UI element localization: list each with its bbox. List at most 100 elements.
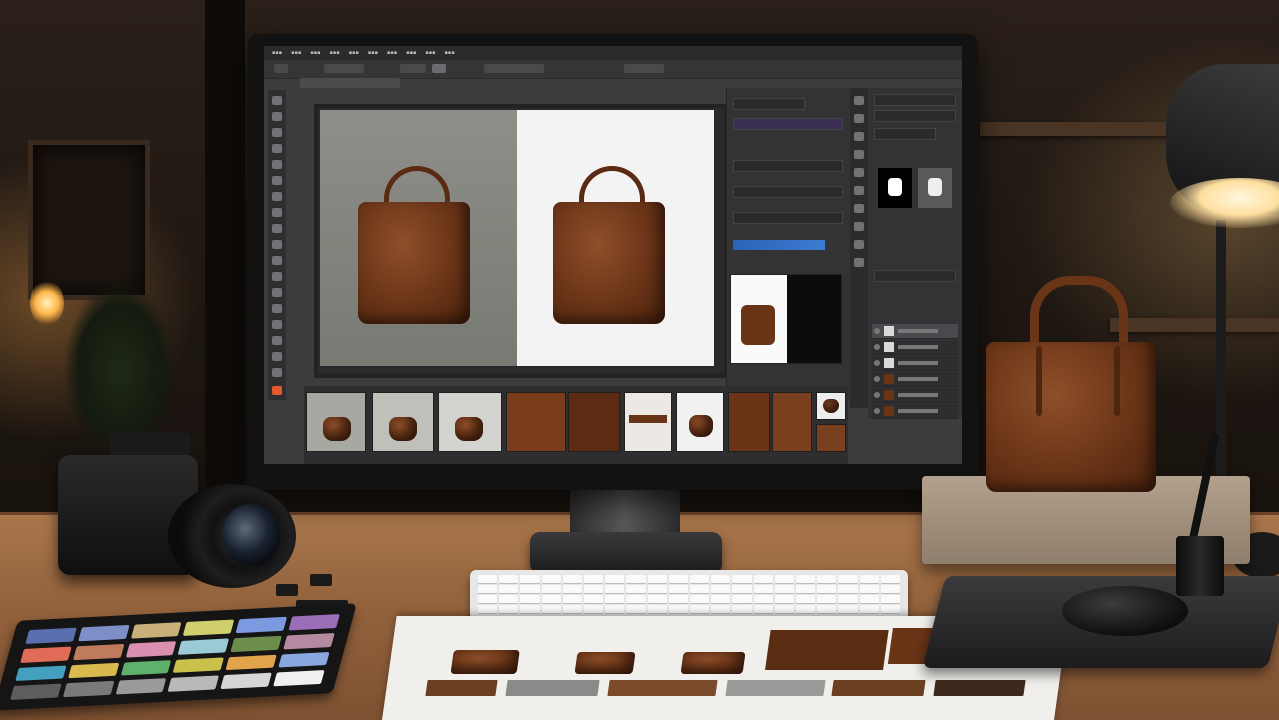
swatches-icon[interactable]: [854, 150, 864, 159]
dodge-tool-icon[interactable]: [272, 304, 282, 313]
option-toggle[interactable]: [432, 64, 446, 73]
layer-options[interactable]: [874, 270, 956, 282]
foreground-color-swatch[interactable]: [272, 386, 282, 395]
keyboard-key: [859, 595, 879, 603]
clone-tool-icon[interactable]: [272, 224, 282, 233]
bag-body: [986, 342, 1156, 492]
tool-preset-button[interactable]: [274, 64, 288, 73]
dropdown[interactable]: [874, 128, 936, 140]
filmstrip-thumb[interactable]: [372, 392, 434, 452]
actions-icon[interactable]: [854, 258, 864, 267]
keyboard-key: [478, 575, 498, 583]
marquee-tool-icon[interactable]: [272, 112, 282, 121]
menu-item[interactable]: ▪▪▪: [330, 50, 340, 56]
eyedropper-tool-icon[interactable]: [272, 176, 282, 185]
keyboard-key: [478, 595, 498, 603]
history-icon[interactable]: [854, 96, 864, 105]
hand-tool-icon[interactable]: [272, 368, 282, 377]
info-icon[interactable]: [854, 222, 864, 231]
filmstrip-thumb[interactable]: [676, 392, 724, 452]
panel-tabs[interactable]: [733, 98, 805, 110]
adjustments-icon[interactable]: [854, 114, 864, 123]
gradient-tool-icon[interactable]: [272, 272, 282, 281]
handbag-product: [980, 268, 1160, 498]
eye-icon[interactable]: [874, 392, 880, 398]
lasso-tool-icon[interactable]: [272, 128, 282, 137]
filmstrip-thumb[interactable]: [506, 392, 566, 452]
dropdown[interactable]: [733, 160, 843, 172]
menu-item[interactable]: ▪▪▪: [368, 50, 378, 56]
keyboard-key: [796, 595, 816, 603]
filmstrip-thumb[interactable]: [728, 392, 770, 452]
paragraph-icon[interactable]: [854, 204, 864, 213]
healing-tool-icon[interactable]: [272, 192, 282, 201]
eye-icon[interactable]: [874, 344, 880, 350]
option-field[interactable]: [324, 64, 364, 73]
navigator-icon[interactable]: [854, 240, 864, 249]
eye-icon[interactable]: [874, 376, 880, 382]
layer-row[interactable]: [872, 404, 958, 419]
menu-item[interactable]: ▪▪▪: [425, 50, 435, 56]
pen-tool-icon[interactable]: [272, 320, 282, 329]
active-slider[interactable]: [733, 240, 825, 250]
remove-bg-option[interactable]: [733, 118, 843, 130]
eraser-tool-icon[interactable]: [272, 256, 282, 265]
character-icon[interactable]: [854, 186, 864, 195]
menu-item[interactable]: ▪▪▪: [445, 50, 455, 56]
color-swatch: [230, 635, 283, 652]
menu-item[interactable]: ▪▪▪: [349, 50, 359, 56]
filmstrip-thumb[interactable]: [568, 392, 620, 452]
blur-tool-icon[interactable]: [272, 288, 282, 297]
proof-bag: [450, 650, 520, 674]
quick-select-tool-icon[interactable]: [272, 144, 282, 153]
mask-thumbnail: [918, 168, 952, 208]
dropdown[interactable]: [733, 212, 843, 224]
eye-icon[interactable]: [874, 328, 880, 334]
mask-preview: [730, 274, 842, 364]
eye-icon[interactable]: [874, 360, 880, 366]
layer-row[interactable]: [872, 372, 958, 387]
proof-strip: [425, 680, 498, 696]
filmstrip-thumb[interactable]: [624, 392, 672, 452]
keyboard-key: [796, 605, 816, 613]
layer-row[interactable]: [872, 340, 958, 355]
libraries-icon[interactable]: [854, 132, 864, 141]
menu-item[interactable]: ▪▪▪: [406, 50, 416, 56]
history-brush-icon[interactable]: [272, 240, 282, 249]
brush-tool-icon[interactable]: [272, 208, 282, 217]
document-tab[interactable]: [300, 78, 400, 88]
monitor-base: [530, 532, 722, 574]
panel-tabs[interactable]: [874, 94, 956, 106]
brush-settings-icon[interactable]: [854, 168, 864, 177]
filmstrip-thumb[interactable]: [816, 424, 846, 452]
layer-row[interactable]: [872, 356, 958, 371]
align-icons[interactable]: [624, 64, 664, 73]
color-swatch: [115, 678, 167, 695]
color-swatch: [220, 672, 272, 690]
menu-item[interactable]: ▪▪▪: [291, 50, 301, 56]
option-field[interactable]: [484, 64, 544, 73]
mouse: [1062, 586, 1188, 636]
filmstrip-thumb[interactable]: [306, 392, 366, 452]
eye-icon[interactable]: [874, 408, 880, 414]
type-tool-icon[interactable]: [272, 336, 282, 345]
keyboard-key: [859, 605, 879, 613]
layer-row[interactable]: [872, 324, 958, 339]
keyboard-key: [499, 575, 519, 583]
layer-row[interactable]: [872, 388, 958, 403]
menu-item[interactable]: ▪▪▪: [272, 50, 282, 56]
dropdown[interactable]: [733, 186, 843, 198]
crop-tool-icon[interactable]: [272, 160, 282, 169]
filmstrip-thumb[interactable]: [772, 392, 812, 452]
proof-strip: [831, 680, 926, 696]
dropdown[interactable]: [874, 110, 956, 122]
filmstrip-thumb[interactable]: [438, 392, 502, 452]
option-field[interactable]: [400, 64, 426, 73]
menu-item[interactable]: ▪▪▪: [310, 50, 320, 56]
filmstrip-thumb[interactable]: [816, 392, 846, 420]
mask-black-area: [787, 275, 841, 363]
menu-item[interactable]: ▪▪▪: [387, 50, 397, 56]
move-tool-icon[interactable]: [272, 96, 282, 105]
shape-tool-icon[interactable]: [272, 352, 282, 361]
keyboard-key: [562, 575, 582, 583]
